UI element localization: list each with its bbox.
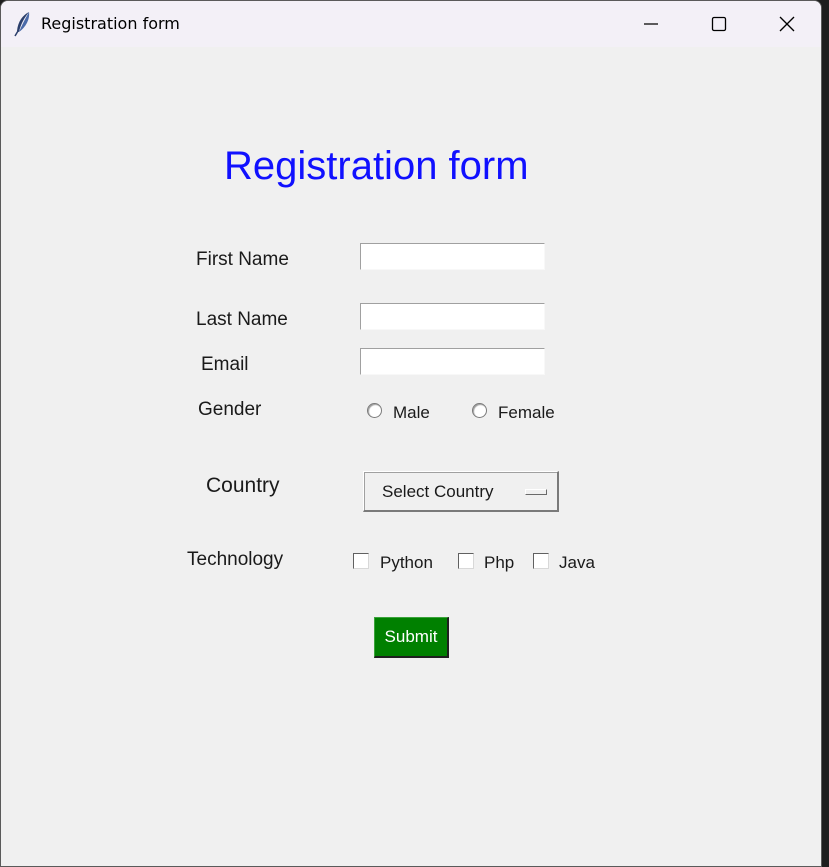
country-select-value: Select Country — [382, 482, 494, 501]
email-field[interactable] — [360, 348, 545, 375]
last-name-field[interactable] — [360, 303, 545, 330]
php-checkbox-label[interactable]: Php — [484, 553, 514, 573]
male-radio-label[interactable]: Male — [393, 403, 430, 423]
email-label: Email — [201, 354, 249, 375]
close-button[interactable] — [753, 1, 821, 47]
first-name-label: First Name — [196, 249, 289, 270]
java-checkbox-label[interactable]: Java — [559, 553, 595, 573]
submit-button[interactable]: Submit — [374, 617, 449, 658]
java-checkbox[interactable] — [533, 553, 549, 569]
window-title: Registration form — [41, 14, 180, 33]
feather-icon — [13, 11, 33, 37]
first-name-field[interactable] — [360, 243, 545, 270]
maximize-button[interactable] — [685, 1, 753, 47]
gender-label: Gender — [198, 399, 262, 420]
technology-label: Technology — [187, 549, 284, 570]
python-checkbox-label[interactable]: Python — [380, 553, 433, 573]
male-radio[interactable] — [367, 403, 382, 418]
female-radio-label[interactable]: Female — [498, 403, 555, 423]
php-checkbox[interactable] — [458, 553, 474, 569]
female-radio[interactable] — [472, 403, 487, 418]
country-select[interactable]: Select Country — [363, 471, 559, 512]
dropdown-indicator-icon — [525, 489, 547, 495]
minimize-button[interactable] — [617, 1, 685, 47]
last-name-label: Last Name — [196, 309, 288, 330]
country-label: Country — [206, 474, 280, 497]
app-window: Registration form Registration form Firs… — [0, 0, 822, 867]
title-bar[interactable]: Registration form — [1, 1, 821, 47]
form-heading: Registration form — [224, 144, 529, 188]
python-checkbox[interactable] — [353, 553, 369, 569]
